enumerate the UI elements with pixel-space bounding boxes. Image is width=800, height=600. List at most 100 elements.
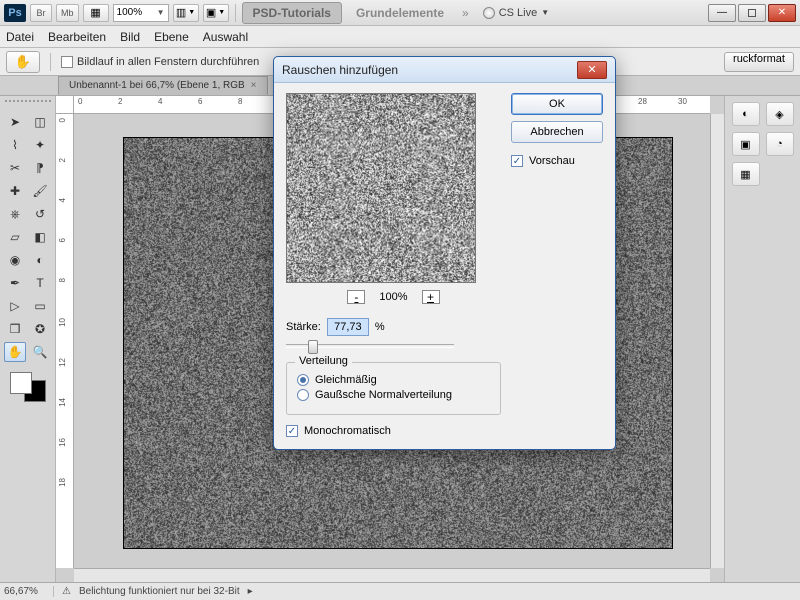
preview-checkbox[interactable]: Vorschau: [511, 155, 603, 167]
workspace-overflow[interactable]: »: [458, 6, 473, 20]
dialog-close-button[interactable]: ✕: [577, 61, 607, 79]
zoom-value: 100%: [117, 7, 143, 18]
workspace-tab-active[interactable]: PSD-Tutorials: [242, 2, 342, 24]
minimize-button[interactable]: —: [708, 4, 736, 22]
document-tab[interactable]: Unbenannt-1 bei 66,7% (Ebene 1, RGB ×: [58, 76, 268, 95]
heal-tool[interactable]: ✚: [4, 181, 26, 201]
panel-grip[interactable]: [5, 100, 51, 108]
current-tool-indicator[interactable]: ✋: [6, 51, 40, 73]
monochromatic-checkbox[interactable]: Monochromatisch: [286, 425, 501, 437]
checkbox-icon: [511, 155, 523, 167]
status-alert-icon: ⚠: [62, 586, 71, 597]
checkbox-label: Vorschau: [529, 155, 575, 167]
scrollbar-vertical[interactable]: [710, 114, 724, 568]
amount-slider[interactable]: [286, 344, 454, 348]
menu-layer[interactable]: Ebene: [154, 30, 189, 44]
pen-tool[interactable]: ✒: [4, 273, 26, 293]
zoom-level-combo[interactable]: 100% ▼: [113, 4, 169, 22]
chevron-down-icon: ▼: [157, 8, 165, 17]
zoom-tool[interactable]: 🔍: [29, 342, 51, 362]
distribution-gaussian-radio[interactable]: Gaußsche Normalverteilung: [297, 389, 490, 401]
noise-preview[interactable]: [286, 93, 476, 283]
status-bar: 66,67% ⚠ Belichtung funktioniert nur bei…: [0, 582, 800, 600]
crop-tool[interactable]: ✂: [4, 158, 26, 178]
cs-live[interactable]: CS Live▼: [483, 7, 549, 19]
radio-label: Gaußsche Normalverteilung: [315, 389, 452, 401]
stamp-tool[interactable]: ⎈: [4, 204, 26, 224]
brush-tool[interactable]: 🖌: [29, 181, 51, 201]
distribution-uniform-radio[interactable]: Gleichmäßig: [297, 374, 490, 386]
ruler-origin[interactable]: [56, 96, 74, 114]
color-swatches[interactable]: [8, 370, 48, 404]
3d-tool[interactable]: ❒: [4, 319, 26, 339]
ok-button[interactable]: OK: [511, 93, 603, 115]
checkbox-label: Bildlauf in allen Fenstern durchführen: [77, 56, 259, 68]
checkbox-icon: [61, 56, 73, 68]
arrange-docs-button[interactable]: ▥▼: [173, 4, 199, 22]
preview-zoom-value: 100%: [379, 291, 407, 303]
amount-input[interactable]: [327, 318, 369, 336]
menu-select[interactable]: Auswahl: [203, 30, 248, 44]
chevron-down-icon: ▼: [541, 8, 549, 17]
shape-tool[interactable]: ▭: [29, 296, 51, 316]
hand-tool[interactable]: ✋: [4, 342, 26, 362]
eraser-tool[interactable]: ▱: [4, 227, 26, 247]
minibridge-button[interactable]: Mb: [56, 4, 79, 22]
status-zoom[interactable]: 66,67%: [4, 586, 54, 597]
application-title-bar: Ps Br Mb ▦ 100%▼ ▥▼ ▣▼ PSD-Tutorials Gru…: [0, 0, 800, 26]
app-logo: Ps: [4, 4, 26, 22]
type-tool[interactable]: T: [29, 273, 51, 293]
move-tool[interactable]: ➤: [4, 112, 26, 132]
layers-panel-icon[interactable]: ◈: [766, 102, 794, 126]
grid-icon: ▦: [90, 6, 100, 19]
ruler-vertical[interactable]: 024681012141618: [56, 114, 74, 568]
maximize-button[interactable]: [738, 4, 766, 22]
color-panel-icon[interactable]: ◔: [766, 132, 794, 156]
close-tab-icon[interactable]: ×: [251, 80, 257, 91]
swatches-panel-icon[interactable]: ▦: [732, 162, 760, 186]
chevron-down-icon: ▼: [218, 9, 225, 16]
radio-icon: [297, 389, 309, 401]
foreground-color-swatch[interactable]: [10, 372, 32, 394]
adjustments-panel-icon[interactable]: ◐: [732, 102, 760, 126]
menu-edit[interactable]: Bearbeiten: [48, 30, 106, 44]
gradient-tool[interactable]: ◧: [29, 227, 51, 247]
menu-image[interactable]: Bild: [120, 30, 140, 44]
screen-icon: ▣: [206, 6, 216, 19]
screen-mode-button[interactable]: ▣▼: [203, 4, 229, 22]
status-menu-arrow[interactable]: ▸: [248, 586, 253, 597]
menu-file[interactable]: Datei: [6, 30, 34, 44]
3d-camera-tool[interactable]: ✪: [29, 319, 51, 339]
view-extras-button[interactable]: ▦: [83, 4, 109, 22]
tools-panel: ➤ ◫ ⌇ ✦ ✂ ⁋ ✚ 🖌 ⎈ ↺ ▱ ◧ ◉ ◐ ✒ T ▷ ▭ ❒ ✪ …: [0, 96, 56, 582]
blur-tool[interactable]: ◉: [4, 250, 26, 270]
close-button[interactable]: ✕: [768, 4, 796, 22]
print-size-button[interactable]: ruckformat: [724, 52, 794, 72]
marquee-tool[interactable]: ◫: [29, 112, 51, 132]
add-noise-dialog: Rauschen hinzufügen ✕ - 100% + Stärke: %…: [273, 56, 616, 450]
chevron-down-icon: ▼: [188, 9, 195, 16]
camera-panel-icon[interactable]: ▣: [732, 132, 760, 156]
path-select-tool[interactable]: ▷: [4, 296, 26, 316]
cs-live-label: CS Live: [499, 7, 538, 19]
lasso-tool[interactable]: ⌇: [4, 135, 26, 155]
zoom-out-button[interactable]: -: [347, 290, 365, 304]
dodge-tool[interactable]: ◐: [29, 250, 51, 270]
slider-thumb[interactable]: [308, 340, 318, 354]
scrollbar-horizontal[interactable]: [74, 568, 710, 582]
status-message: Belichtung funktioniert nur bei 32-Bit: [79, 586, 240, 597]
dialog-title-bar[interactable]: Rauschen hinzufügen ✕: [274, 57, 615, 83]
scroll-all-windows-checkbox[interactable]: Bildlauf in allen Fenstern durchführen: [61, 56, 259, 68]
distribution-legend: Verteilung: [295, 355, 352, 367]
wand-tool[interactable]: ✦: [29, 135, 51, 155]
separator: [50, 53, 51, 71]
workspace-tab[interactable]: Grundelemente: [346, 3, 454, 23]
history-brush-tool[interactable]: ↺: [29, 204, 51, 224]
zoom-in-button[interactable]: +: [422, 290, 440, 304]
cancel-button[interactable]: Abbrechen: [511, 121, 603, 143]
eyedropper-tool[interactable]: ⁋: [29, 158, 51, 178]
bridge-button[interactable]: Br: [30, 4, 52, 22]
document-tab-label: Unbenannt-1 bei 66,7% (Ebene 1, RGB: [69, 80, 245, 91]
layout-icon: ▥: [176, 6, 186, 19]
cs-live-icon: [483, 7, 495, 19]
